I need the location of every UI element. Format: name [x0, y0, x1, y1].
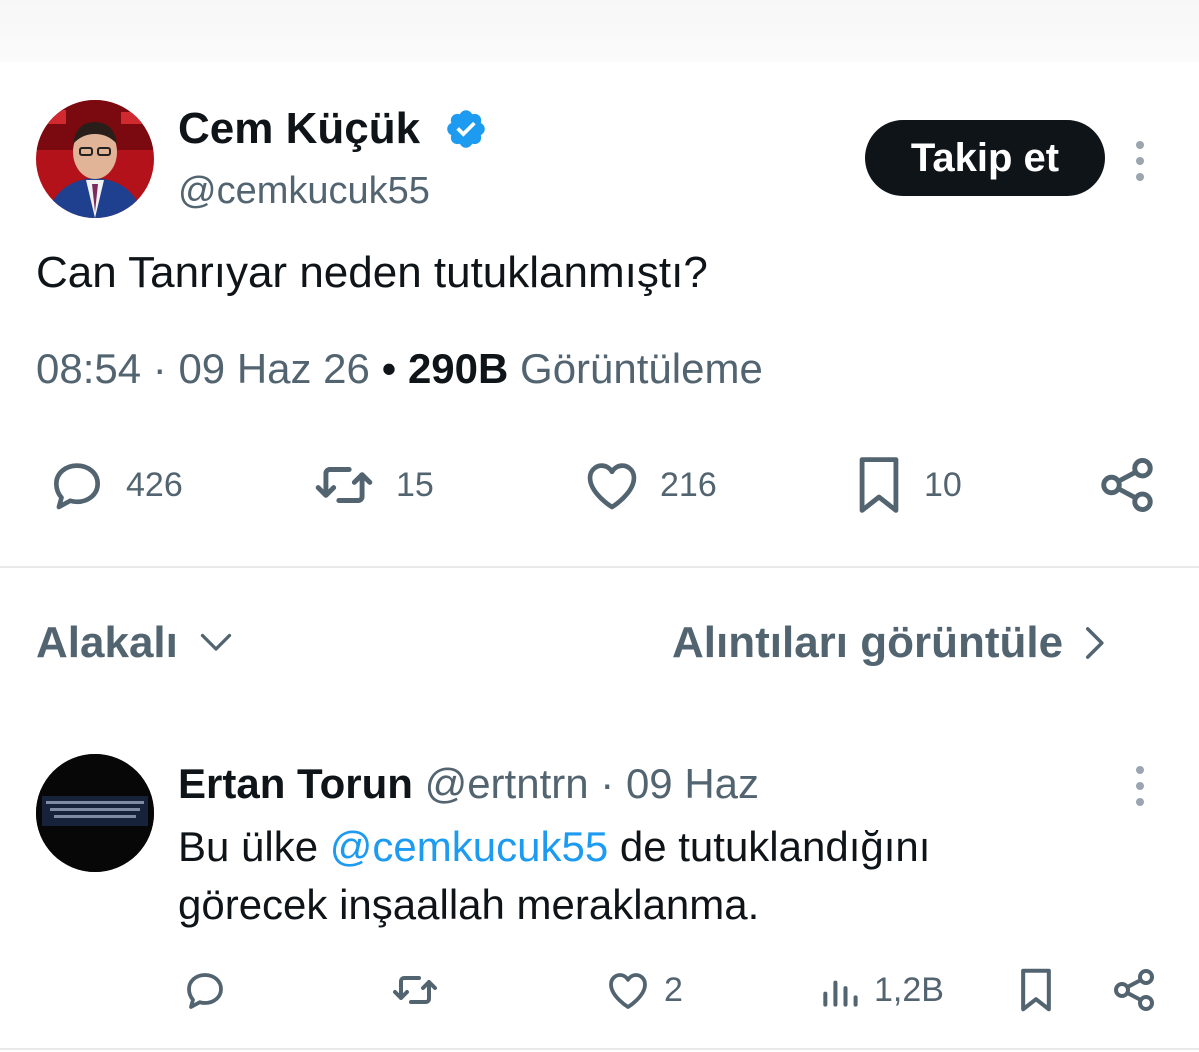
- author-name[interactable]: Cem Küçük: [178, 104, 420, 154]
- bottom-divider: [0, 1048, 1199, 1050]
- tweet-date[interactable]: 09 Haz 26: [178, 345, 369, 392]
- analytics-icon: [823, 980, 858, 1007]
- chevron-right-icon: [1086, 627, 1104, 659]
- bookmark-icon: [859, 457, 899, 513]
- author-avatar[interactable]: [36, 100, 154, 218]
- reply-like-count: 2: [664, 970, 683, 1009]
- reply-avatar-image: [36, 754, 154, 872]
- views-count[interactable]: 290B: [408, 345, 508, 392]
- retweet-icon: [315, 467, 373, 503]
- reply-action[interactable]: 426: [44, 454, 183, 516]
- views-label: Görüntüleme: [520, 345, 763, 392]
- reply-header: Ertan Torun @ertntrn · 09 Haz: [178, 760, 759, 808]
- reply-share-action[interactable]: [1110, 966, 1158, 1014]
- retweet-count: 15: [396, 465, 434, 504]
- heart-icon: [609, 973, 647, 1009]
- reply-author-name[interactable]: Ertan Torun: [178, 760, 413, 807]
- reply-retweet-action[interactable]: [388, 966, 442, 1014]
- reply-date[interactable]: 09 Haz: [626, 760, 759, 807]
- reply-bookmark-action[interactable]: [1014, 964, 1058, 1016]
- reply-author-handle[interactable]: @ertntrn: [425, 760, 589, 807]
- reply-avatar[interactable]: [36, 754, 154, 872]
- reply-like-action[interactable]: 2: [604, 966, 683, 1014]
- reply-text-before: Bu ülke: [178, 823, 330, 870]
- chevron-down-icon: [200, 633, 232, 651]
- tweet-time[interactable]: 08:54: [36, 345, 141, 392]
- reply-meta-separator: ·: [600, 760, 615, 807]
- like-action[interactable]: 216: [580, 454, 717, 516]
- tweet-text: Can Tanrıyar neden tutuklanmıştı?: [36, 248, 708, 297]
- share-action[interactable]: [1096, 454, 1158, 516]
- reply-text: Bu ülke @cemkucuk55 de tutuklandığını gö…: [178, 818, 1078, 934]
- share-icon: [1101, 458, 1153, 512]
- heart-icon: [587, 463, 637, 510]
- reply-icon: [54, 463, 100, 510]
- author-handle[interactable]: @cemkucuk55: [178, 170, 430, 213]
- meta-separator: ·: [152, 345, 179, 392]
- reply-icon: [187, 973, 223, 1009]
- like-count: 216: [660, 465, 717, 504]
- view-quotes-label: Alıntıları görüntüle: [672, 618, 1064, 667]
- top-bar-fade: [0, 0, 1199, 62]
- share-icon: [1114, 969, 1154, 1011]
- follow-button[interactable]: Takip et: [865, 120, 1105, 196]
- reply-reply-action[interactable]: [180, 966, 230, 1014]
- bookmark-icon: [1021, 968, 1051, 1012]
- more-options-icon[interactable]: [1134, 141, 1146, 181]
- reply-views-count: 1,2B: [874, 970, 944, 1009]
- sort-label: Alakalı: [36, 618, 178, 667]
- verified-badge-icon: [444, 107, 488, 156]
- retweet-icon: [393, 976, 437, 1004]
- retweet-action[interactable]: 15: [308, 454, 434, 516]
- reply-mention-link[interactable]: @cemkucuk55: [330, 823, 608, 870]
- bookmark-count: 10: [924, 465, 962, 504]
- reply-views-action[interactable]: 1,2B: [818, 966, 944, 1014]
- view-quotes-link[interactable]: Alıntıları görüntüle: [672, 618, 1105, 668]
- divider: [0, 566, 1199, 568]
- reply-more-options-icon[interactable]: [1134, 766, 1146, 806]
- reply-count: 426: [126, 465, 183, 504]
- sort-dropdown[interactable]: Alakalı: [36, 618, 234, 668]
- meta-separator-bold: •: [381, 345, 408, 392]
- avatar-image: [36, 100, 154, 218]
- tweet-meta: 08:54 · 09 Haz 26 • 290B Görüntüleme: [36, 345, 763, 393]
- bookmark-action[interactable]: 10: [850, 452, 962, 518]
